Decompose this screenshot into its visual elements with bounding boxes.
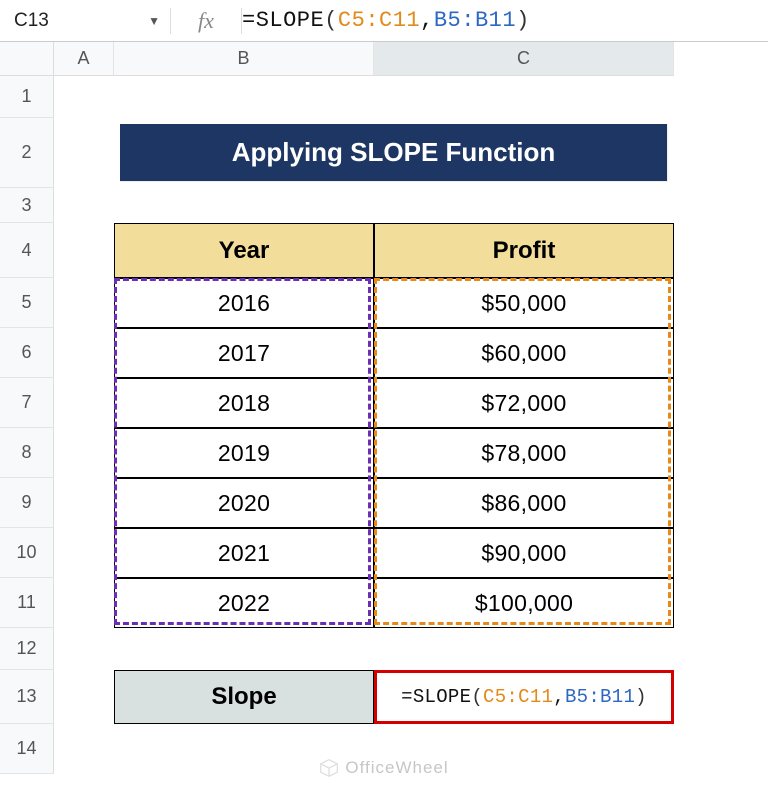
table-cell-year[interactable]: 2021 <box>114 528 374 578</box>
column-header[interactable]: B <box>114 42 374 76</box>
row-header[interactable]: 13 <box>0 670 54 724</box>
table-cell-year[interactable]: 2020 <box>114 478 374 528</box>
slope-formula-cell[interactable]: =SLOPE(C5:C11,B5:B11) <box>374 670 674 724</box>
formula-range1: C5:C11 <box>338 8 420 33</box>
row-header[interactable]: 12 <box>0 628 54 670</box>
formula-range2: B5:B11 <box>434 8 516 33</box>
table-cell-year[interactable]: 2019 <box>114 428 374 478</box>
cells-area[interactable]: Applying SLOPE Function YearProfit2016$50… <box>54 76 768 774</box>
table-cell-profit[interactable]: $90,000 <box>374 528 674 578</box>
watermark: OfficeWheel <box>0 758 768 778</box>
column-header[interactable]: C <box>374 42 674 76</box>
chevron-down-icon[interactable]: ▼ <box>148 14 166 28</box>
row-header[interactable]: 8 <box>0 428 54 478</box>
table-cell-year[interactable]: 2016 <box>114 278 374 328</box>
row-header[interactable]: 5 <box>0 278 54 328</box>
table-header-year: Year <box>114 223 374 278</box>
table-cell-year[interactable]: 2022 <box>114 578 374 628</box>
column-header[interactable]: A <box>54 42 114 76</box>
spreadsheet-grid: 1234567891011121314 ABC Applying SLOPE F… <box>0 42 768 774</box>
table-cell-profit[interactable]: $78,000 <box>374 428 674 478</box>
table-cell-profit[interactable]: $72,000 <box>374 378 674 428</box>
formula-input[interactable]: =SLOPE(C5:C11,B5:B11) <box>242 8 768 33</box>
row-header[interactable]: 7 <box>0 378 54 428</box>
table-cell-profit[interactable]: $86,000 <box>374 478 674 528</box>
row-header[interactable]: 9 <box>0 478 54 528</box>
row-header[interactable]: 3 <box>0 188 54 223</box>
name-box[interactable]: C13 ▼ <box>0 10 170 32</box>
table-cell-profit[interactable]: $50,000 <box>374 278 674 328</box>
fx-icon[interactable]: fx <box>171 8 241 34</box>
row-header[interactable]: 10 <box>0 528 54 578</box>
cell-reference: C13 <box>14 10 49 32</box>
slope-label: Slope <box>114 670 374 724</box>
row-headers: 1234567891011121314 <box>0 42 54 774</box>
formula-comma: , <box>420 8 434 33</box>
table-cell-profit[interactable]: $100,000 <box>374 578 674 628</box>
paren-close: ) <box>516 8 530 33</box>
row-header[interactable]: 11 <box>0 578 54 628</box>
logo-icon <box>319 758 339 778</box>
title-banner: Applying SLOPE Function <box>120 124 668 182</box>
row-header[interactable]: 6 <box>0 328 54 378</box>
formula-eq: = <box>242 8 256 33</box>
select-all-corner[interactable] <box>0 42 54 76</box>
row-header[interactable]: 1 <box>0 76 54 118</box>
row-header[interactable]: 2 <box>0 118 54 188</box>
formula-fn: SLOPE <box>256 8 325 33</box>
paren-open: ( <box>324 8 338 33</box>
table-header-profit: Profit <box>374 223 674 278</box>
formula-bar: C13 ▼ fx =SLOPE(C5:C11,B5:B11) <box>0 0 768 42</box>
row-header[interactable]: 4 <box>0 223 54 278</box>
column-headers: ABC <box>54 42 768 76</box>
table-cell-year[interactable]: 2017 <box>114 328 374 378</box>
table-cell-year[interactable]: 2018 <box>114 378 374 428</box>
table-cell-profit[interactable]: $60,000 <box>374 328 674 378</box>
